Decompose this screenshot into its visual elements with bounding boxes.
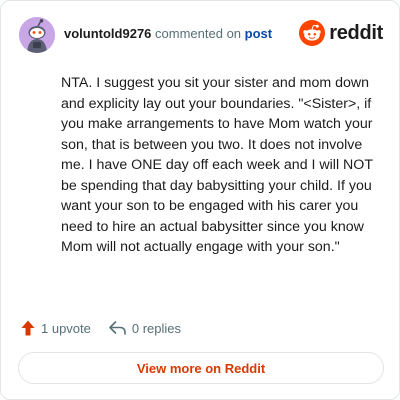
author-line: voluntold9276 commented on post bbox=[64, 26, 272, 42]
post-link[interactable]: post bbox=[245, 26, 272, 41]
comment-actions: 1 upvote 0 replies bbox=[21, 318, 199, 338]
brand-wordmark: reddit bbox=[329, 21, 383, 44]
reply-arrow-icon bbox=[109, 321, 126, 335]
upvote-button[interactable]: 1 upvote bbox=[21, 320, 91, 336]
reply-count: 0 replies bbox=[131, 320, 182, 336]
action-text: commented on bbox=[155, 26, 242, 41]
comment-header: voluntold9276 commented on post reddit bbox=[19, 17, 383, 53]
reply-button[interactable]: 0 replies bbox=[109, 321, 181, 336]
author-name[interactable]: voluntold9276 bbox=[64, 26, 151, 41]
comment-body: NTA. I suggest you sit your sister and m… bbox=[61, 75, 373, 255]
reddit-logo-icon bbox=[299, 20, 326, 46]
upvote-arrow-icon bbox=[21, 320, 35, 336]
user-avatar-icon[interactable] bbox=[19, 17, 55, 53]
comment-embed-card: voluntold9276 commented on post reddit N… bbox=[0, 0, 400, 400]
upvote-count: 1 upvote bbox=[41, 320, 91, 336]
reddit-brand[interactable]: reddit bbox=[299, 19, 383, 47]
view-more-button[interactable]: View more on Reddit bbox=[18, 352, 384, 384]
